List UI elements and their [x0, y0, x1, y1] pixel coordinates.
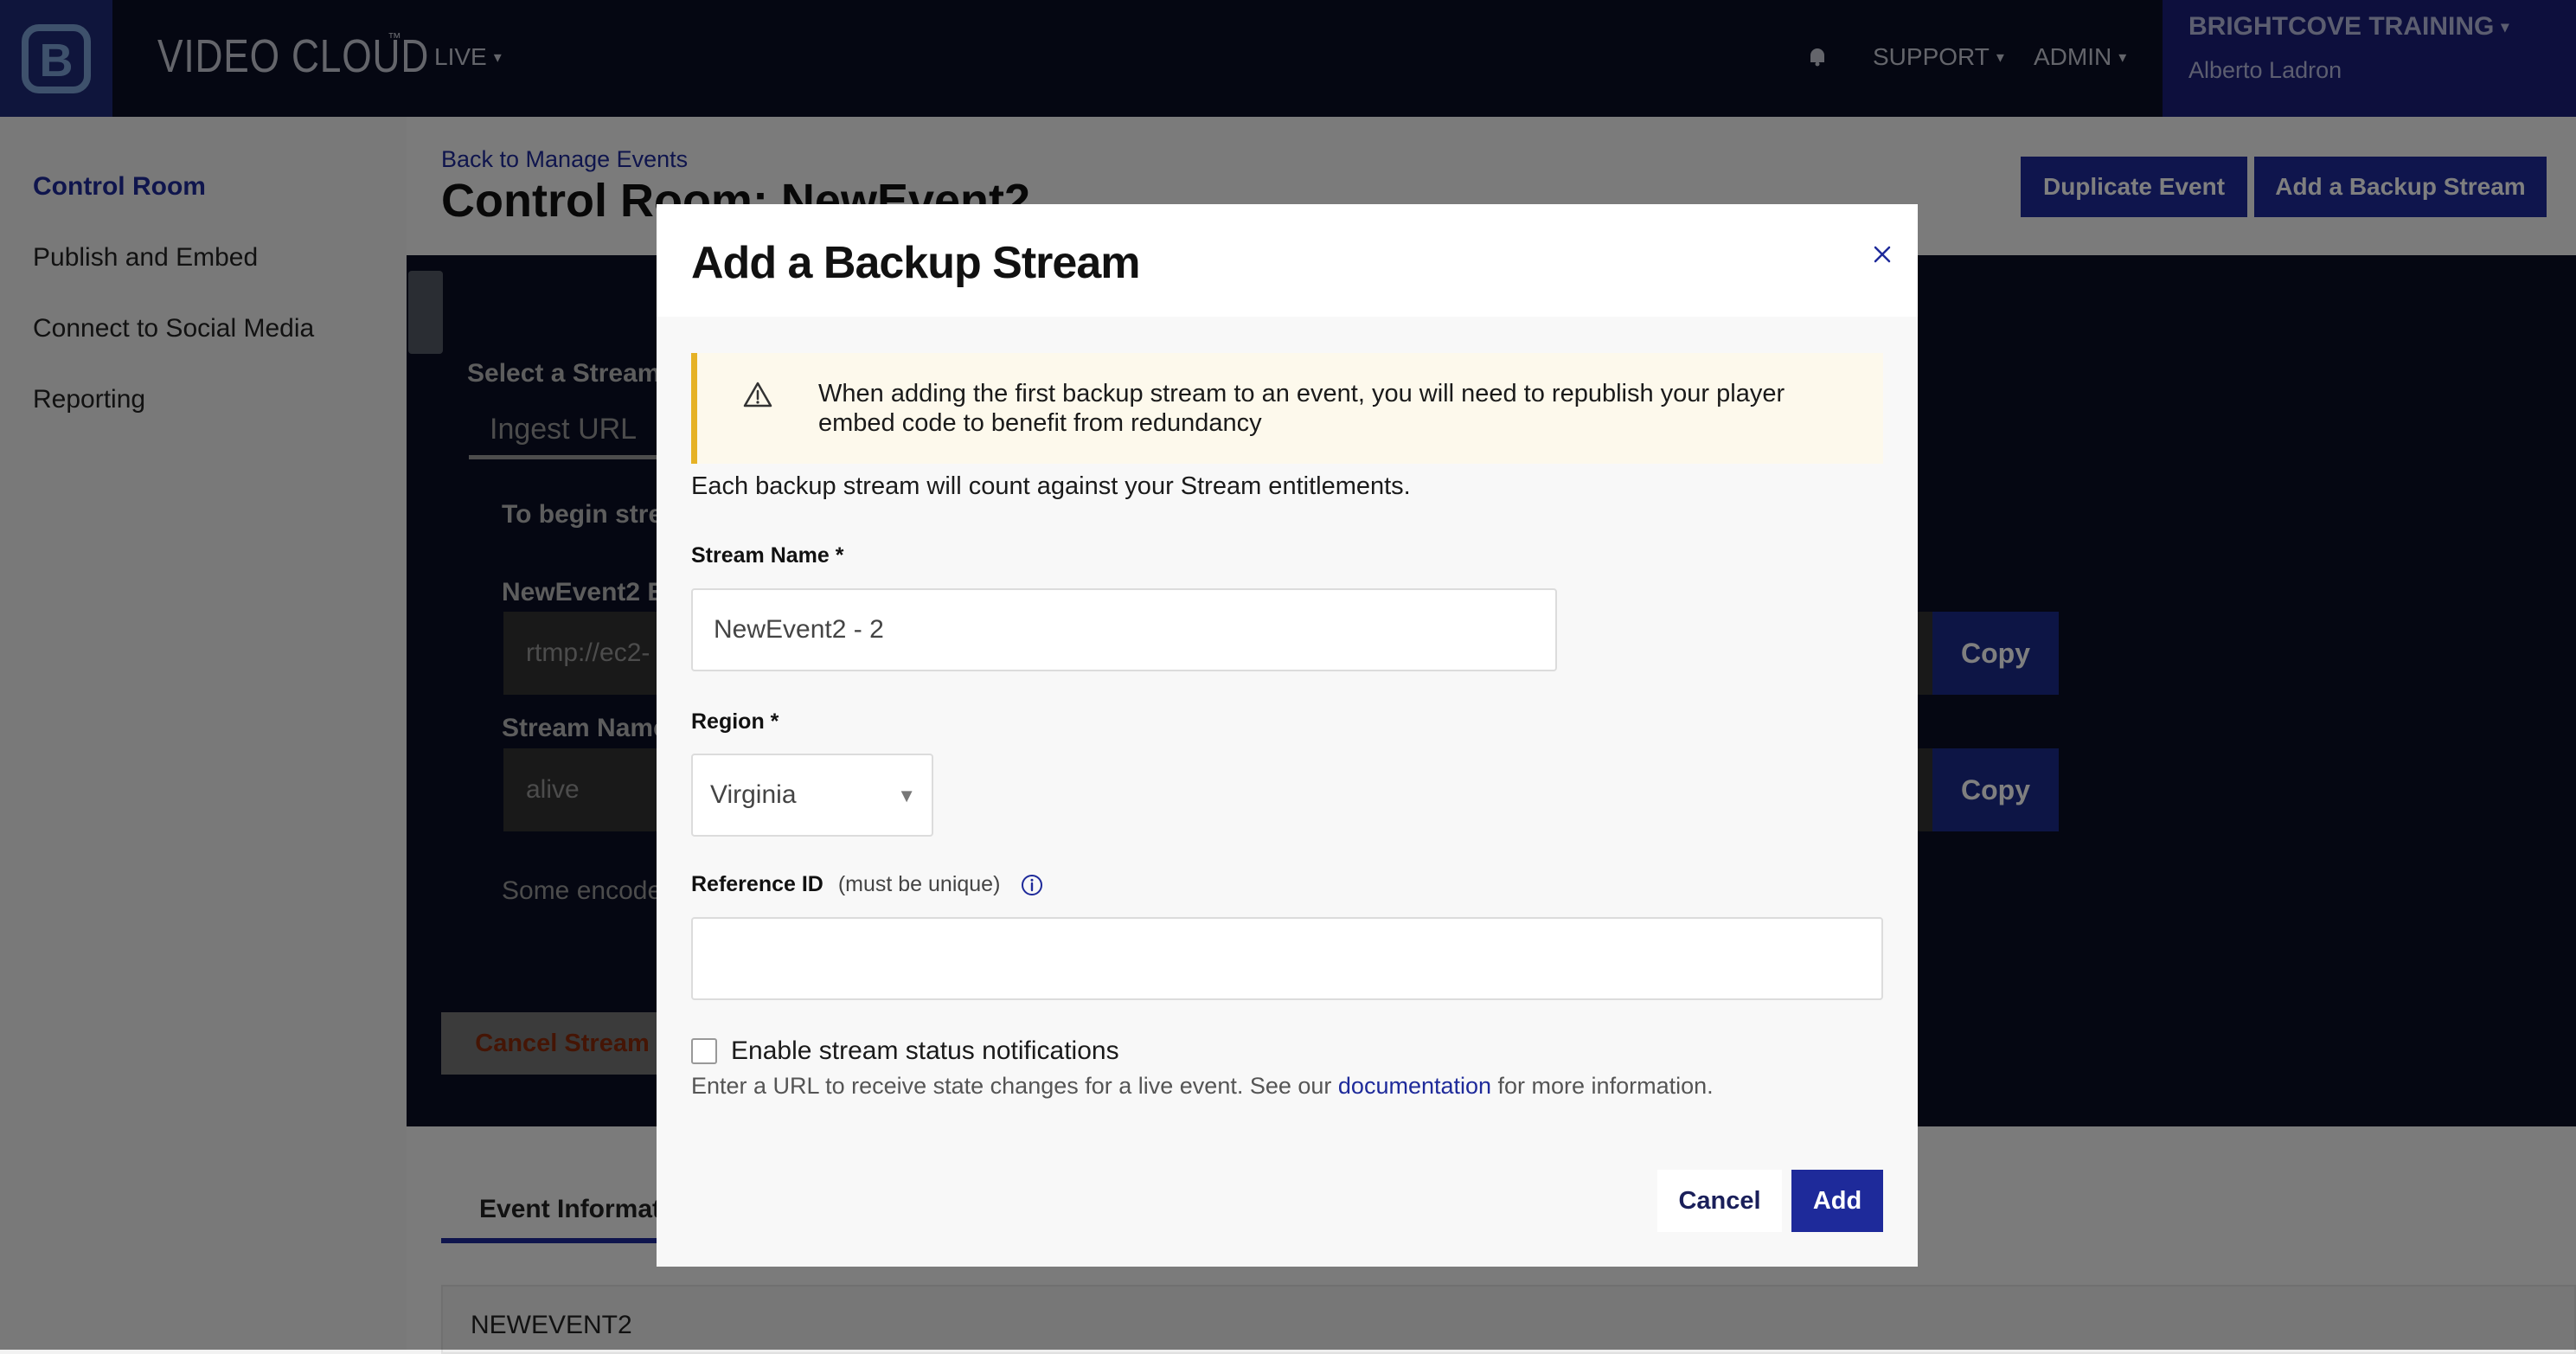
notifications-checkbox-label[interactable]: Enable stream status notifications [731, 1036, 1119, 1066]
add-button[interactable]: Add [1791, 1170, 1883, 1232]
region-selected-value: Virginia [710, 780, 797, 809]
warning-banner: When adding the first backup stream to a… [691, 353, 1883, 464]
reference-id-label-text: Reference ID [691, 872, 823, 896]
region-label: Region * [691, 709, 779, 734]
notifications-help-text: Enter a URL to receive state changes for… [691, 1073, 1714, 1100]
reference-id-input[interactable] [691, 917, 1883, 1000]
entitlement-note: Each backup stream will count against yo… [691, 472, 1411, 500]
notify-option-row: Enable stream status notifications [691, 1036, 1119, 1066]
notifications-checkbox[interactable] [691, 1038, 717, 1064]
reference-id-label: Reference ID (must be unique) [691, 872, 1044, 897]
help-text-after: for more information. [1491, 1073, 1714, 1099]
documentation-link[interactable]: documentation [1338, 1073, 1491, 1099]
dropdown-arrow-icon: ▼ [897, 785, 916, 806]
add-backup-stream-dialog: Add a Backup Stream When adding the firs… [657, 204, 1918, 1267]
reference-id-hint: (must be unique) [837, 872, 1001, 896]
warning-text: When adding the first backup stream to a… [818, 380, 1785, 437]
stream-name-label: Stream Name * [691, 543, 844, 568]
help-text-before: Enter a URL to receive state changes for… [691, 1073, 1338, 1099]
warning-triangle-icon [742, 379, 773, 410]
region-select[interactable]: Virginia ▼ [691, 754, 933, 837]
dialog-title: Add a Backup Stream [691, 238, 1140, 288]
stream-name-input[interactable]: NewEvent2 - 2 [691, 588, 1557, 671]
cancel-button[interactable]: Cancel [1657, 1170, 1782, 1232]
close-icon[interactable] [1863, 235, 1901, 273]
info-icon[interactable] [1020, 873, 1044, 897]
dialog-header: Add a Backup Stream [657, 204, 1918, 317]
